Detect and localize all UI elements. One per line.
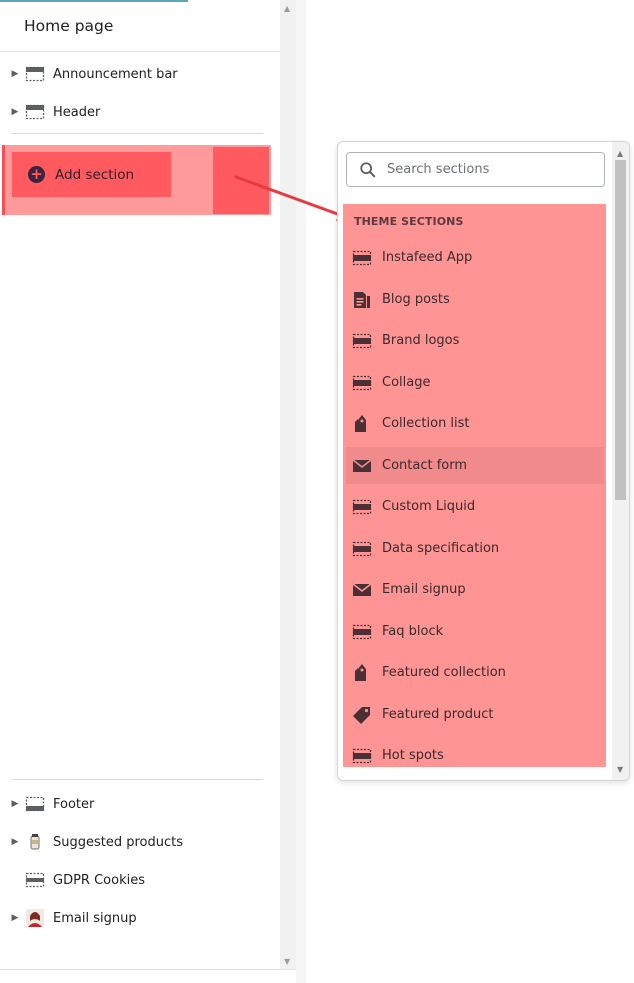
preview-canvas-edge xyxy=(296,0,306,983)
section-template-icon xyxy=(352,622,372,642)
section-option-label: Featured collection xyxy=(382,665,506,680)
section-option-label: Hot spots xyxy=(382,748,444,763)
section-option-instafeed-app[interactable]: Instafeed App xyxy=(346,239,604,276)
add-section-highlight-edge xyxy=(213,147,269,214)
sections-sidebar: Home page ▶ Announcement bar ▶ Header + … xyxy=(0,0,280,983)
section-option-contact-form[interactable]: Contact form xyxy=(346,447,604,484)
section-header-icon xyxy=(25,102,45,122)
section-option-brand-logos[interactable]: Brand logos xyxy=(346,322,604,359)
popover-scrollbar[interactable]: ▲ ▼ xyxy=(612,142,629,780)
sidebar-item-label: Header xyxy=(53,104,101,120)
collection-tag-icon xyxy=(352,663,372,683)
caret-right-icon[interactable]: ▶ xyxy=(9,69,21,79)
caret-right-icon[interactable]: ▶ xyxy=(9,913,21,923)
envelope-icon xyxy=(352,456,372,476)
section-option-label: Collection list xyxy=(382,416,470,431)
search-sections-field[interactable] xyxy=(346,152,605,187)
section-option-label: Instafeed App xyxy=(382,250,473,265)
sidebar-item-label: Suggested products xyxy=(53,834,184,850)
section-header-icon xyxy=(25,64,45,84)
envelope-icon xyxy=(352,580,372,600)
section-template-icon xyxy=(352,539,372,559)
sidebar-item-email-signup[interactable]: ▶ Email signup xyxy=(0,902,270,934)
add-section-button[interactable]: + Add section xyxy=(12,152,171,197)
section-divider xyxy=(12,133,263,134)
section-option-featured-product[interactable]: Featured product xyxy=(346,696,604,733)
group-title: THEME SECTIONS xyxy=(354,215,464,228)
section-option-label: Custom Liquid xyxy=(382,499,476,514)
section-option-custom-liquid[interactable]: Custom Liquid xyxy=(346,488,604,525)
add-section-popover: THEME SECTIONS Instafeed App Blog posts … xyxy=(337,141,630,781)
collection-tag-icon xyxy=(352,414,372,434)
section-option-label: Contact form xyxy=(382,458,468,473)
sidebar-item-label: GDPR Cookies xyxy=(53,872,145,888)
sidebar-item-label: Footer xyxy=(53,796,95,812)
section-option-collection-list[interactable]: Collection list xyxy=(346,405,604,442)
sidebar-item-header[interactable]: ▶ Header xyxy=(0,96,270,128)
sidebar-item-label: Announcement bar xyxy=(53,66,178,82)
sidebar-item-suggested-products[interactable]: ▶ Suggested products xyxy=(0,826,270,858)
top-accent-bar xyxy=(0,0,188,2)
product-thumbnail-icon xyxy=(25,832,45,852)
section-option-blog-posts[interactable]: Blog posts xyxy=(346,281,604,318)
scroll-up-icon[interactable]: ▲ xyxy=(284,4,290,13)
section-option-label: Blog posts xyxy=(382,292,450,307)
scroll-down-icon[interactable]: ▼ xyxy=(617,765,623,774)
section-option-featured-collection[interactable]: Featured collection xyxy=(346,654,604,691)
sidebar-scrollbar[interactable]: ▲ ▼ xyxy=(280,0,296,970)
section-template-icon xyxy=(25,870,45,890)
section-option-label: Email signup xyxy=(382,582,466,597)
section-option-collage[interactable]: Collage xyxy=(346,364,604,401)
person-thumbnail-icon xyxy=(25,908,45,928)
caret-right-icon[interactable]: ▶ xyxy=(9,837,21,847)
add-section-label: Add section xyxy=(55,166,135,183)
sidebar-item-gdpr-cookies[interactable]: ▶ GDPR Cookies xyxy=(0,864,270,896)
section-option-faq-block[interactable]: Faq block xyxy=(346,613,604,650)
scrollbar-thumb[interactable] xyxy=(615,160,626,500)
section-template-icon xyxy=(352,746,372,766)
page-title: Home page xyxy=(24,17,114,35)
sidebar-item-footer[interactable]: ▶ Footer xyxy=(0,788,270,820)
sidebar-item-label: Email signup xyxy=(53,910,137,926)
theme-editor: Home page ▶ Announcement bar ▶ Header + … xyxy=(0,0,634,983)
section-option-email-signup[interactable]: Email signup xyxy=(346,571,604,608)
section-option-label: Featured product xyxy=(382,707,494,722)
section-template-icon xyxy=(352,248,372,268)
section-template-icon xyxy=(352,331,372,351)
section-divider xyxy=(12,779,263,780)
search-sections-input[interactable] xyxy=(387,162,587,177)
theme-sections-list: THEME SECTIONS Instafeed App Blog posts … xyxy=(343,204,606,767)
scroll-down-icon[interactable]: ▼ xyxy=(284,957,290,966)
bottom-divider xyxy=(0,969,296,970)
section-option-label: Brand logos xyxy=(382,333,460,348)
scroll-up-icon[interactable]: ▲ xyxy=(617,149,623,158)
price-tag-icon xyxy=(352,705,372,725)
section-option-label: Faq block xyxy=(382,624,444,639)
section-option-hot-spots[interactable]: Hot spots xyxy=(346,737,604,767)
section-template-icon xyxy=(352,497,372,517)
caret-right-icon[interactable]: ▶ xyxy=(9,107,21,117)
title-divider xyxy=(0,51,280,52)
blog-icon xyxy=(352,290,372,310)
sidebar-item-announcement-bar[interactable]: ▶ Announcement bar xyxy=(0,58,270,90)
section-footer-icon xyxy=(25,794,45,814)
search-icon xyxy=(360,161,376,177)
caret-right-icon[interactable]: ▶ xyxy=(9,799,21,809)
section-option-label: Collage xyxy=(382,375,431,390)
section-option-label: Data specification xyxy=(382,541,500,556)
section-option-data-specification[interactable]: Data specification xyxy=(346,530,604,567)
section-template-icon xyxy=(352,373,372,393)
plus-circle-icon: + xyxy=(28,166,45,183)
